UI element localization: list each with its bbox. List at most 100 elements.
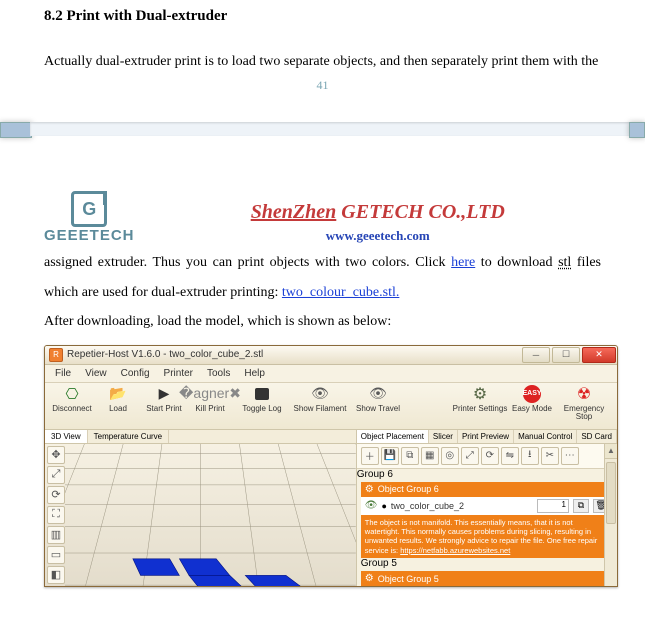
label: Start Print [146, 405, 182, 413]
page-break [0, 107, 645, 151]
menubar: File View Config Printer Tools Help [45, 365, 617, 383]
load-button[interactable]: 📂 Load [95, 385, 141, 413]
bullet-icon: ● [381, 501, 386, 511]
label: Show Travel [356, 405, 400, 413]
scrollbar[interactable]: ▲ ▼ [604, 444, 617, 587]
add-object-icon[interactable]: ＋ [361, 447, 379, 465]
object-group-header[interactable]: ⚙ Object Group 5 [361, 571, 613, 586]
toggle-log-button[interactable]: Toggle Log [233, 385, 291, 413]
label: Emergency Stop [555, 405, 613, 421]
menu-view[interactable]: View [79, 367, 113, 380]
menu-file[interactable]: File [49, 367, 77, 380]
tab-object-placement[interactable]: Object Placement [357, 430, 429, 443]
emergency-icon: ☢ [575, 385, 593, 403]
company-name-part2: GETECH CO.,LTD [336, 201, 505, 223]
object-groups: ⚙ Object Group 6 👁 ● two_color_cube_2 1 … [357, 480, 617, 587]
object-row[interactable]: 👁 ● two_color_cube_1 1 ⧉ 🗑 [361, 586, 613, 587]
move-tool-icon[interactable]: ✥ [47, 446, 65, 464]
gear-icon: ⚙ [365, 573, 374, 584]
right-tabs: Object Placement Slicer Print Preview Ma… [357, 430, 617, 444]
easy-icon: EASY [523, 385, 541, 403]
menu-config[interactable]: Config [115, 367, 156, 380]
logo-wordmark: GEEETECH [44, 227, 135, 244]
download-file-link[interactable]: two_colour_cube.stl. [282, 285, 399, 300]
object-group-header[interactable]: ⚙ Object Group 6 [361, 482, 613, 497]
object-name: two_color_cube_2 [391, 501, 533, 511]
autoposition-icon[interactable]: ▦ [421, 447, 439, 465]
3d-viewport[interactable]: ✥ ⤢ ⟳ ⛶ ▥ ▭ ◧ ≡ [45, 444, 356, 587]
center-icon[interactable]: ◎ [441, 447, 459, 465]
tab-3d-view[interactable]: 3D View [45, 430, 88, 443]
tab-print-preview[interactable]: Print Preview [458, 430, 514, 443]
download-here-link[interactable]: here [451, 255, 475, 270]
geeetech-logo: G GEEETECH [44, 191, 135, 244]
folder-icon: 📂 [109, 385, 127, 403]
company-name: ShenZhen GETECH CO.,LTD [155, 201, 601, 224]
titlebar[interactable]: R Repetier-Host V1.6.0 - two_color_cube_… [45, 346, 617, 365]
rotate-tool-icon[interactable]: ⟳ [47, 486, 65, 504]
rotate-icon[interactable]: ⟳ [481, 447, 499, 465]
tab-temperature-curve[interactable]: Temperature Curve [88, 430, 169, 443]
minimize-button[interactable]: ─ [522, 347, 550, 363]
left-tabs: 3D View Temperature Curve [45, 430, 356, 444]
show-filament-button[interactable]: 👁 Show Filament [291, 385, 349, 413]
paragraph-1: Actually dual-extruder print is to load … [44, 47, 601, 76]
menu-printer[interactable]: Printer [158, 367, 199, 380]
duplicate-icon[interactable]: ⧉ [573, 499, 589, 513]
tab-manual-control[interactable]: Manual Control [514, 430, 577, 443]
disconnect-button[interactable]: ⎔ Disconnect [49, 385, 95, 413]
maximize-button[interactable]: ☐ [552, 347, 580, 363]
eye-icon[interactable]: 👁 [365, 500, 378, 511]
window-title: Repetier-Host V1.6.0 - two_color_cube_2.… [67, 349, 521, 360]
paragraph-2: assigned extruder. Thus you can print ob… [44, 248, 601, 307]
copy-icon[interactable]: ⧉ [401, 447, 419, 465]
label: Printer Settings [453, 405, 508, 413]
emergency-stop-button[interactable]: ☢ Emergency Stop [555, 385, 613, 421]
viewport-tools: ✥ ⤢ ⟳ ⛶ ▥ ▭ ◧ ≡ [47, 446, 65, 587]
logo-mark: G [71, 191, 107, 227]
label: Toggle Log [242, 405, 281, 413]
parallel-view-icon[interactable]: ≡ [47, 586, 65, 587]
placement-toolbar: ＋ 💾 ⧉ ▦ ◎ ⤢ ⟳ ⇋ ⭳ ✂ ⋯ [357, 444, 617, 469]
drop-icon[interactable]: ⭳ [521, 447, 539, 465]
label: Load [109, 405, 127, 413]
scroll-thumb[interactable] [606, 462, 616, 524]
count-field[interactable]: 1 [537, 499, 569, 513]
fit-tool-icon[interactable]: ⛶ [47, 506, 65, 524]
label: Show Filament [294, 405, 347, 413]
company-website: www.geeetech.com [155, 228, 601, 244]
easy-mode-button[interactable]: EASY Easy Mode [509, 385, 555, 413]
stop-icon: �agner✖ [201, 385, 219, 403]
kill-print-button[interactable]: �agner✖ Kill Print [187, 385, 233, 413]
page-number: 41 [0, 78, 645, 93]
export-icon[interactable]: 💾 [381, 447, 399, 465]
filament-icon: 👁 [311, 385, 329, 403]
show-travel-button[interactable]: 👁 Show Travel [349, 385, 407, 413]
iso-view-icon[interactable]: ◧ [47, 566, 65, 584]
app-icon: R [49, 348, 63, 362]
scroll-up-icon[interactable]: ▲ [605, 444, 617, 459]
menu-tools[interactable]: Tools [201, 367, 236, 380]
object-row[interactable]: 👁 ● two_color_cube_2 1 ⧉ 🗑 [361, 497, 613, 515]
log-icon [255, 388, 269, 400]
group-title: Object Group 6 [378, 484, 439, 494]
repair-url[interactable]: https://netfabb.azurewebsites.net [400, 546, 510, 555]
scale-icon[interactable]: ⤢ [461, 447, 479, 465]
top-view-icon[interactable]: ▥ [47, 526, 65, 544]
tab-slicer[interactable]: Slicer [429, 430, 458, 443]
zoom-tool-icon[interactable]: ⤢ [47, 466, 65, 484]
printer-settings-button[interactable]: ⚙ Printer Settings [451, 385, 509, 413]
label: Disconnect [52, 405, 92, 413]
paragraph-3: After downloading, load the model, which… [44, 307, 601, 336]
front-view-icon[interactable]: ▭ [47, 546, 65, 564]
mirror-icon[interactable]: ⇋ [501, 447, 519, 465]
close-button[interactable]: ✕ [582, 347, 616, 363]
menu-help[interactable]: Help [238, 367, 271, 380]
gear-icon: ⚙ [365, 484, 374, 495]
tab-sd-card[interactable]: SD Card [577, 430, 617, 443]
split-icon[interactable]: ✂ [541, 447, 559, 465]
manifold-warning: The object is not manifold. This essenti… [361, 515, 613, 559]
more-icon[interactable]: ⋯ [561, 447, 579, 465]
label: Easy Mode [512, 405, 552, 413]
label: Kill Print [195, 405, 224, 413]
